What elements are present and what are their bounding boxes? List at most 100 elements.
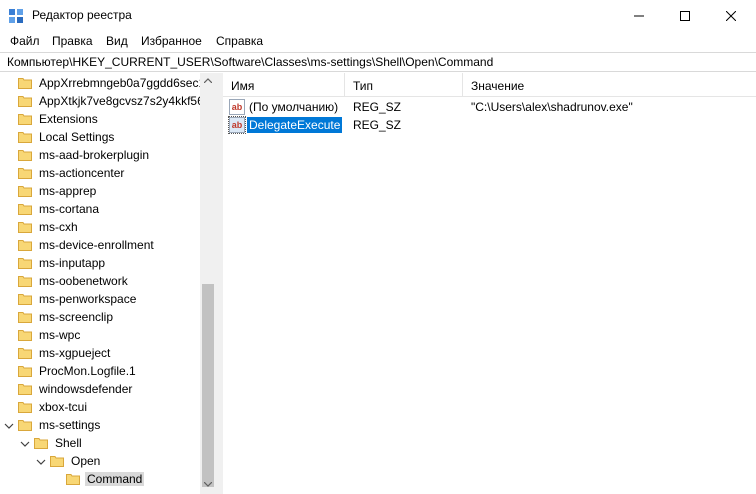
tree-item-ms-device-enrollment[interactable]: ms-device-enrollment (18, 236, 156, 254)
tree-item-ms-inputapp[interactable]: ms-inputapp (18, 254, 107, 272)
folder-icon (18, 401, 32, 413)
tree-scrollbar[interactable] (200, 73, 216, 494)
value-type: REG_SZ (353, 100, 402, 114)
string-value-icon: ab (229, 99, 245, 115)
tree-item-label: ms-inputapp (39, 256, 106, 270)
tree-item-local-settings[interactable]: Local Settings (18, 128, 116, 146)
tree-item-ms-settings[interactable]: ms-settings (4, 416, 102, 434)
key-tree[interactable]: AppXrrebmngeb0a7ggdd6sec1 AppXtkjk7ve8gcv… (0, 73, 216, 494)
scroll-thumb[interactable] (202, 284, 214, 487)
tree-item-label: Command (85, 472, 145, 486)
tree-item-label: ms-xgpueject (39, 346, 111, 360)
chevron-down-icon[interactable] (36, 456, 46, 466)
folder-icon (18, 419, 32, 431)
tree-item-label: ms-device-enrollment (39, 238, 154, 252)
tree-item-command[interactable]: Command (66, 470, 145, 488)
string-value-icon: ab (228, 116, 246, 134)
tree-item-label: ms-oobenetwork (39, 274, 128, 288)
folder-icon (34, 437, 48, 449)
column-header-name[interactable]: Имя (223, 73, 345, 97)
minimize-button[interactable] (616, 0, 662, 31)
tree-item-label: ms-cortana (39, 202, 100, 216)
pane-splitter[interactable] (216, 73, 223, 494)
folder-icon (18, 77, 32, 89)
tree-item-ms-aad-brokerplugin[interactable]: ms-aad-brokerplugin (18, 146, 151, 164)
tree-item-ms-apprep[interactable]: ms-apprep (18, 182, 98, 200)
folder-icon (18, 275, 32, 287)
value-name: DelegateExecute (247, 117, 343, 133)
chevron-down-icon[interactable] (4, 420, 14, 430)
tree-item-label: Open (71, 454, 101, 468)
tree-item-extensions[interactable]: Extensions (18, 110, 100, 128)
tree-item-procmon-logfile-1[interactable]: ProcMon.Logfile.1 (18, 362, 138, 380)
value-row[interactable]: ab (По умолчанию) REG_SZ "C:\Users\alex\… (223, 98, 756, 116)
tree-item-label: ms-screenclip (39, 310, 114, 324)
tree-item-ms-oobenetwork[interactable]: ms-oobenetwork (18, 272, 130, 290)
tree-item-ms-actioncenter[interactable]: ms-actioncenter (18, 164, 126, 182)
folder-icon (18, 257, 32, 269)
tree-item-label: ProcMon.Logfile.1 (39, 364, 136, 378)
minimize-icon (634, 15, 644, 16)
tree-item-appxtkjk7ve8gcvsz7s2y4kkf56v[interactable]: AppXtkjk7ve8gcvsz7s2y4kkf56v (18, 92, 212, 110)
tree-item-label: ms-apprep (39, 184, 97, 198)
folder-icon (18, 239, 32, 251)
column-header-type[interactable]: Тип (345, 73, 463, 97)
folder-icon (66, 473, 80, 485)
folder-icon (18, 311, 32, 323)
tree-item-label: ms-aad-brokerplugin (39, 148, 150, 162)
menu-view[interactable]: Вид (106, 34, 128, 48)
tree-item-label: ms-settings (39, 418, 101, 432)
folder-icon (18, 383, 32, 395)
value-type: REG_SZ (353, 118, 402, 132)
tree-item-open[interactable]: Open (36, 452, 102, 470)
menu-help[interactable]: Справка (216, 34, 263, 48)
tree-item-ms-cortana[interactable]: ms-cortana (18, 200, 101, 218)
column-header-type-label: Тип (353, 79, 374, 93)
scroll-down-icon[interactable] (204, 482, 212, 487)
address-bar[interactable]: Компьютер\HKEY_CURRENT_USER\Software\Cla… (0, 52, 756, 72)
regedit-icon (9, 9, 23, 23)
folder-icon (18, 95, 32, 107)
tree-item-label: ms-penworkspace (39, 292, 137, 306)
maximize-icon (680, 10, 690, 21)
tree-item-label: Shell (55, 436, 82, 450)
address-path[interactable]: Компьютер\HKEY_CURRENT_USER\Software\Cla… (7, 55, 493, 69)
value-name: (По умолчанию) (249, 100, 339, 114)
tree-item-appxrrebmngeb0a7ggdd6sec1[interactable]: AppXrrebmngeb0a7ggdd6sec1 (18, 74, 207, 92)
tree-item-windowsdefender[interactable]: windowsdefender (18, 380, 134, 398)
column-header-value[interactable]: Значение (463, 73, 756, 97)
menu-bar: Файл Правка Вид Избранное Справка (0, 31, 756, 51)
tree-item-ms-penworkspace[interactable]: ms-penworkspace (18, 290, 138, 308)
value-data: "C:\Users\alex\shadrunov.exe" (471, 100, 633, 114)
folder-icon (18, 113, 32, 125)
folder-icon (18, 347, 32, 359)
tree-item-label: xbox-tcui (39, 400, 88, 414)
tree-item-shell[interactable]: Shell (20, 434, 84, 452)
close-icon (726, 10, 736, 21)
window-title: Редактор реестра (32, 8, 132, 22)
tree-item-xbox-tcui[interactable]: xbox-tcui (18, 398, 89, 416)
tree-item-ms-cxh[interactable]: ms-cxh (18, 218, 80, 236)
folder-icon (18, 149, 32, 161)
menu-edit[interactable]: Правка (52, 34, 93, 48)
tree-item-label: Extensions (39, 112, 98, 126)
tree-item-ms-screenclip[interactable]: ms-screenclip (18, 308, 115, 326)
tree-item-label: ms-wpc (39, 328, 81, 342)
value-row-selected[interactable]: ab DelegateExecute REG_SZ (223, 116, 756, 134)
maximize-button[interactable] (662, 0, 708, 31)
menu-file[interactable]: Файл (10, 34, 40, 48)
close-button[interactable] (708, 0, 754, 31)
folder-icon (18, 203, 32, 215)
tree-item-ms-wpc[interactable]: ms-wpc (18, 326, 82, 344)
column-header-name-label: Имя (231, 79, 255, 93)
chevron-down-icon[interactable] (20, 438, 30, 448)
tree-item-ms-xgpueject[interactable]: ms-xgpueject (18, 344, 112, 362)
folder-icon (18, 293, 32, 305)
title-bar: Редактор реестра (0, 0, 756, 31)
folder-icon (18, 131, 32, 143)
scroll-up-icon[interactable] (204, 78, 212, 83)
values-list[interactable]: Имя Тип Значение ab (По умолчанию) REG_S… (223, 73, 756, 494)
folder-icon (18, 221, 32, 233)
svg-text:ab: ab (232, 120, 243, 130)
menu-favorites[interactable]: Избранное (141, 34, 202, 48)
